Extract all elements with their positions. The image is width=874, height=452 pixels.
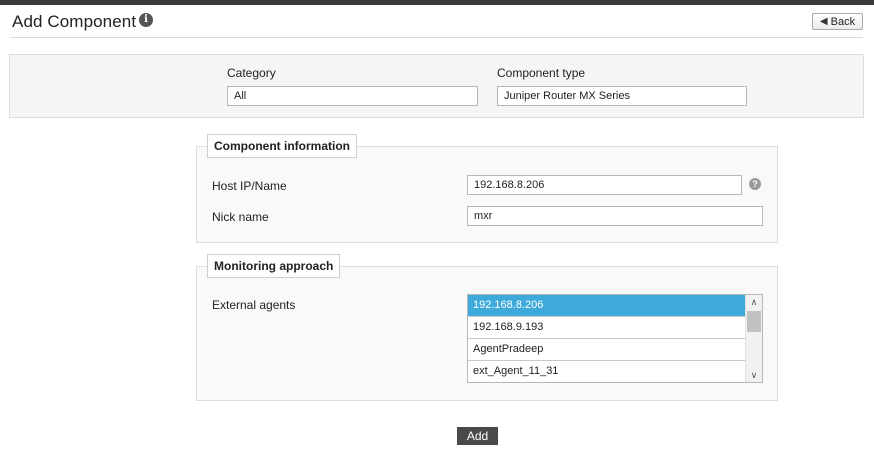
chevron-down-icon[interactable]: ∨ xyxy=(746,368,762,382)
scroll-thumb[interactable] xyxy=(747,311,761,332)
back-button-label: Back xyxy=(830,15,856,28)
component-information-section: Host IP/Name 192.168.8.206 ? Nick name m… xyxy=(196,146,778,243)
host-label: Host IP/Name xyxy=(212,179,287,193)
component-information-legend: Component information xyxy=(207,134,357,158)
list-item[interactable]: ext_Agent_11_31 xyxy=(468,361,745,382)
category-field[interactable]: All xyxy=(227,86,478,106)
add-button[interactable]: Add xyxy=(457,427,498,445)
list-item[interactable]: 192.168.9.193 xyxy=(468,317,745,339)
chevron-up-icon[interactable]: ∧ xyxy=(746,295,762,309)
external-agents-listbox[interactable]: 192.168.8.206 192.168.9.193 AgentPradeep… xyxy=(467,294,763,383)
info-icon[interactable]: i xyxy=(139,13,153,27)
host-input[interactable]: 192.168.8.206 xyxy=(467,175,742,195)
nick-name-input[interactable]: mxr xyxy=(467,206,763,226)
list-item[interactable]: AgentPradeep xyxy=(468,339,745,361)
page-title: Add Component xyxy=(12,12,137,31)
page-header: Add Component i ◀ Back xyxy=(10,5,863,38)
back-button[interactable]: ◀ Back xyxy=(812,13,863,30)
component-type-field[interactable]: Juniper Router MX Series xyxy=(497,86,747,106)
listbox-scrollbar[interactable]: ∧ ∨ xyxy=(745,295,762,382)
external-agents-label: External agents xyxy=(212,298,296,312)
component-type-label: Component type xyxy=(497,66,586,80)
back-arrow-icon: ◀ xyxy=(819,16,828,27)
help-icon[interactable]: ? xyxy=(749,178,761,190)
nick-name-label: Nick name xyxy=(212,210,269,224)
monitoring-approach-section: External agents 192.168.8.206 192.168.9.… xyxy=(196,266,778,401)
category-panel: Category All Component type Juniper Rout… xyxy=(9,54,864,118)
monitoring-approach-legend: Monitoring approach xyxy=(207,254,341,278)
category-label: Category xyxy=(227,66,276,80)
list-item[interactable]: 192.168.8.206 xyxy=(468,295,745,317)
